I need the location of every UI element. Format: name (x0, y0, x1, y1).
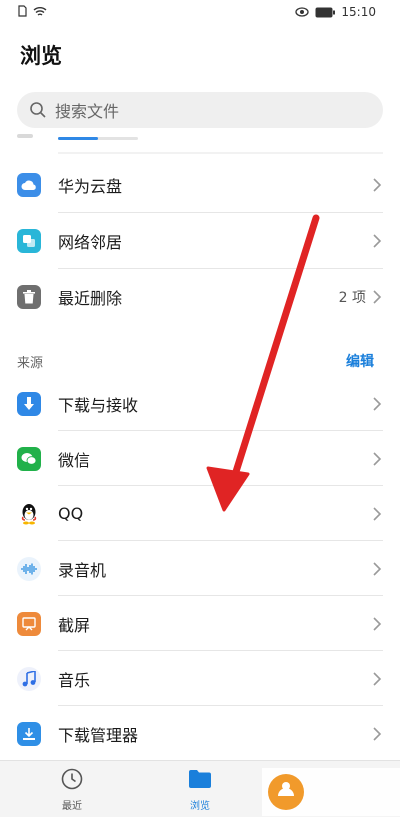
search-icon (30, 102, 46, 118)
watermark-graphic (268, 774, 304, 810)
list-item-music[interactable]: 音乐 (0, 651, 400, 706)
battery-icon (315, 7, 336, 17)
storage-usage-bar (17, 134, 383, 154)
edit-button[interactable]: 编辑 (346, 351, 374, 371)
cloud-icon (17, 173, 41, 197)
sources-list: 下载与接收 微信 QQ 录音机 截屏 音乐 下载管理器 (0, 376, 400, 761)
page-title: 浏览 (20, 44, 62, 68)
list-item-network-neighborhood[interactable]: 网络邻居 (0, 213, 400, 269)
download-manager-icon (17, 721, 41, 746)
wifi-icon (33, 6, 47, 16)
chevron-right-icon (373, 506, 382, 521)
list-item-download-manager[interactable]: 下载管理器 (0, 706, 400, 761)
list-item-label: 音乐 (58, 670, 91, 690)
tab-recent[interactable]: 最近 (42, 767, 102, 812)
list-item-huawei-cloud[interactable]: 华为云盘 (0, 157, 400, 213)
chevron-right-icon (373, 234, 382, 248)
list-item-downloads[interactable]: 下载与接收 (0, 376, 400, 431)
list-item-label: 截屏 (58, 615, 91, 635)
sim-icon (18, 5, 27, 17)
tab-label: 最近 (62, 801, 82, 812)
sources-header: 来源 编辑 (0, 344, 400, 374)
chevron-right-icon (373, 178, 382, 192)
trash-icon (17, 285, 41, 309)
chevron-right-icon (373, 561, 382, 576)
locations-list: 华为云盘 网络邻居 最近删除 2 项 (0, 157, 400, 325)
search-input[interactable]: 搜索文件 (17, 92, 383, 128)
download-icon (17, 391, 41, 416)
chevron-right-icon (373, 671, 382, 686)
list-item-qq[interactable]: QQ (0, 486, 400, 541)
list-item-recently-deleted[interactable]: 最近删除 2 项 (0, 269, 400, 325)
status-bar: 15:10 (0, 0, 400, 26)
list-item-label: 录音机 (58, 560, 107, 580)
tab-browse[interactable]: 浏览 (170, 767, 230, 812)
eye-icon (295, 7, 310, 17)
sound-recorder-icon (17, 556, 41, 581)
qq-penguin-icon (17, 501, 41, 526)
list-item-screenshots[interactable]: 截屏 (0, 596, 400, 651)
status-left (18, 5, 47, 17)
list-item-label: 下载管理器 (58, 725, 139, 745)
network-icon (17, 229, 41, 253)
list-item-label: 华为云盘 (58, 177, 123, 196)
chevron-right-icon (373, 451, 382, 466)
tab-label: 浏览 (190, 801, 210, 812)
chevron-right-icon (373, 396, 382, 411)
list-item-label: 最近删除 (58, 289, 123, 308)
screenshot-icon (17, 611, 41, 636)
status-right: 15:10 (295, 5, 376, 19)
clock-time: 15:10 (341, 5, 376, 19)
item-count: 2 项 (338, 290, 366, 306)
music-icon (17, 666, 41, 691)
folder-icon (189, 770, 211, 788)
clock-icon (61, 768, 83, 790)
watermark-logo (262, 768, 400, 816)
section-title: 来源 (17, 356, 44, 371)
list-item-wechat[interactable]: 微信 (0, 431, 400, 486)
chevron-right-icon (373, 616, 382, 631)
search-placeholder: 搜索文件 (55, 102, 120, 121)
wechat-icon (17, 446, 41, 471)
list-item-label: QQ (58, 504, 84, 523)
chevron-right-icon (373, 290, 382, 304)
list-item-label: 下载与接收 (58, 395, 139, 415)
list-item-sound-recorder[interactable]: 录音机 (0, 541, 400, 596)
list-item-label: 微信 (58, 450, 91, 470)
chevron-right-icon (373, 726, 382, 741)
list-item-label: 网络邻居 (58, 233, 123, 252)
